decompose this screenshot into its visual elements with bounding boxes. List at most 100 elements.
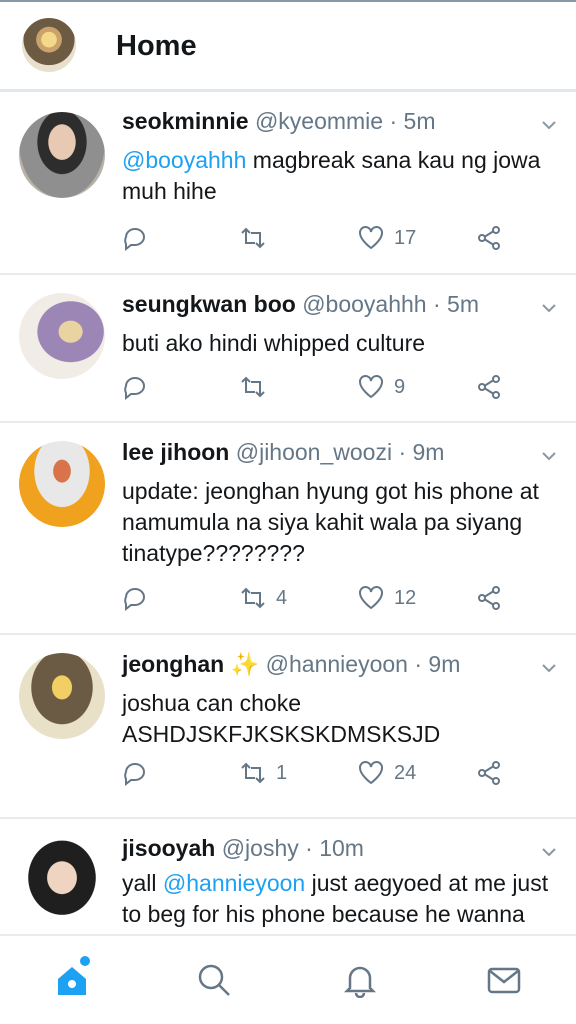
reply-button[interactable] — [122, 223, 148, 253]
timestamp[interactable]: 9m — [428, 651, 460, 677]
tweet-header: seokminnie @kyeommie · 5m — [122, 106, 526, 136]
display-name[interactable]: jeonghan — [122, 651, 224, 677]
like-button[interactable]: 24 — [358, 758, 416, 788]
tweet-item[interactable]: seungkwan boo @booyahhh · 5m buti ako hi… — [0, 275, 576, 423]
username[interactable]: @hannieyoon — [266, 651, 408, 677]
username[interactable]: @kyeommie — [255, 108, 383, 134]
mention-link[interactable]: @hannieyoon — [163, 870, 305, 896]
chevron-down-icon[interactable] — [542, 301, 556, 315]
separator-dot: · — [432, 291, 441, 317]
like-count: 9 — [394, 375, 406, 398]
share-button[interactable] — [476, 372, 502, 402]
separator-dot: · — [398, 439, 407, 465]
tweet-actions: 1 24 — [122, 758, 562, 788]
reply-button[interactable] — [122, 758, 148, 788]
share-button[interactable] — [476, 223, 502, 253]
mention-link[interactable]: @booyahhh — [122, 147, 246, 173]
tweet-actions: 4 12 — [122, 583, 562, 613]
timestamp[interactable]: 10m — [319, 835, 364, 861]
tweet-header: jeonghan ✨ @hannieyoon · 9m — [122, 649, 526, 679]
search-icon — [198, 964, 230, 996]
chevron-down-icon[interactable] — [542, 845, 556, 859]
reply-icon — [124, 377, 145, 400]
notifications-icon — [343, 966, 377, 999]
separator-dot: · — [414, 651, 423, 677]
avatar[interactable] — [19, 441, 105, 527]
chevron-down-icon[interactable] — [542, 449, 556, 463]
timestamp[interactable]: 9m — [413, 439, 445, 465]
nav-home[interactable] — [54, 962, 90, 998]
separator-dot: · — [389, 108, 398, 134]
separator-dot: · — [305, 835, 313, 861]
bottom-nav — [0, 934, 576, 1024]
tweet-actions: 17 — [122, 223, 562, 253]
display-name[interactable]: jisooyah — [122, 835, 215, 861]
tweet-header: jisooyah @joshy · 10m — [122, 833, 526, 863]
nav-notifications[interactable] — [342, 962, 378, 999]
notification-dot — [80, 956, 90, 966]
username[interactable]: @jihoon_woozi — [236, 439, 392, 465]
retweet-button[interactable]: 1 — [240, 758, 287, 788]
tweet-body-start: yall — [122, 870, 163, 896]
like-count: 17 — [394, 226, 417, 249]
share-icon — [478, 586, 500, 610]
reply-icon — [124, 588, 145, 611]
like-button[interactable]: 9 — [358, 372, 405, 402]
sparkles-emoji: ✨ — [230, 651, 260, 677]
heart-icon — [359, 226, 383, 250]
tweet-text: yall @hannieyoon just aegyoed at me just… — [122, 868, 558, 930]
chevron-down-icon[interactable] — [542, 661, 556, 675]
home-icon — [58, 967, 86, 995]
reply-button[interactable] — [122, 372, 148, 402]
tweet-item[interactable]: jisooyah @joshy · 10m yall @hannieyoon j… — [0, 819, 576, 934]
heart-icon — [359, 761, 383, 785]
retweet-icon — [241, 587, 265, 609]
tweet-text: update: jeonghan hyung got his phone at … — [122, 478, 539, 566]
tweet-text: joshua can choke ASHDJSKFJKSKSKDMSKSJD — [122, 690, 441, 747]
display-name[interactable]: seokminnie — [122, 108, 249, 134]
avatar[interactable] — [19, 839, 105, 925]
nav-messages[interactable] — [486, 962, 522, 998]
tweet-actions: 9 — [122, 372, 562, 402]
share-icon — [478, 226, 500, 250]
like-button[interactable]: 12 — [358, 583, 416, 613]
share-button[interactable] — [476, 758, 502, 788]
display-name[interactable]: seungkwan boo — [122, 291, 296, 317]
messages-icon — [487, 967, 521, 994]
reply-icon — [124, 228, 145, 251]
avatar[interactable] — [19, 112, 105, 198]
retweet-icon — [241, 762, 265, 784]
tweet-item[interactable]: lee jihoon @jihoon_woozi · 9m update: je… — [0, 423, 576, 635]
nav-search[interactable] — [196, 962, 232, 998]
page-title: Home — [116, 30, 197, 62]
retweet-button[interactable]: 4 — [240, 583, 287, 613]
tweet-item[interactable]: seokminnie @kyeommie · 5m @booyahhh magb… — [0, 92, 576, 275]
username[interactable]: @booyahhh — [302, 291, 426, 317]
avatar[interactable] — [19, 293, 105, 379]
share-icon — [478, 375, 500, 399]
like-button[interactable]: 17 — [358, 223, 416, 253]
timestamp[interactable]: 5m — [404, 108, 436, 134]
heart-icon — [359, 586, 383, 610]
retweet-icon — [241, 376, 265, 398]
tweet-header: seungkwan boo @booyahhh · 5m — [122, 289, 526, 319]
retweet-icon — [241, 227, 265, 249]
reply-icon — [124, 763, 145, 786]
reply-button[interactable] — [122, 583, 148, 613]
top-header: Home — [0, 0, 576, 92]
like-count: 12 — [394, 586, 417, 609]
tweet-header: lee jihoon @jihoon_woozi · 9m — [122, 437, 526, 467]
retweet-button[interactable] — [240, 372, 276, 402]
chevron-down-icon[interactable] — [542, 118, 556, 132]
display-name[interactable]: lee jihoon — [122, 439, 229, 465]
retweet-button[interactable] — [240, 223, 276, 253]
timestamp[interactable]: 5m — [447, 291, 479, 317]
share-button[interactable] — [476, 583, 502, 613]
username[interactable]: @joshy — [222, 835, 299, 861]
tweet-item[interactable]: jeonghan ✨ @hannieyoon · 9m joshua can c… — [0, 635, 576, 819]
profile-avatar[interactable] — [22, 18, 76, 72]
like-count: 24 — [394, 761, 417, 784]
tweet-text: @booyahhh magbreak sana kau ng jowa muh … — [122, 145, 558, 207]
share-icon — [478, 761, 500, 785]
avatar[interactable] — [19, 653, 105, 739]
